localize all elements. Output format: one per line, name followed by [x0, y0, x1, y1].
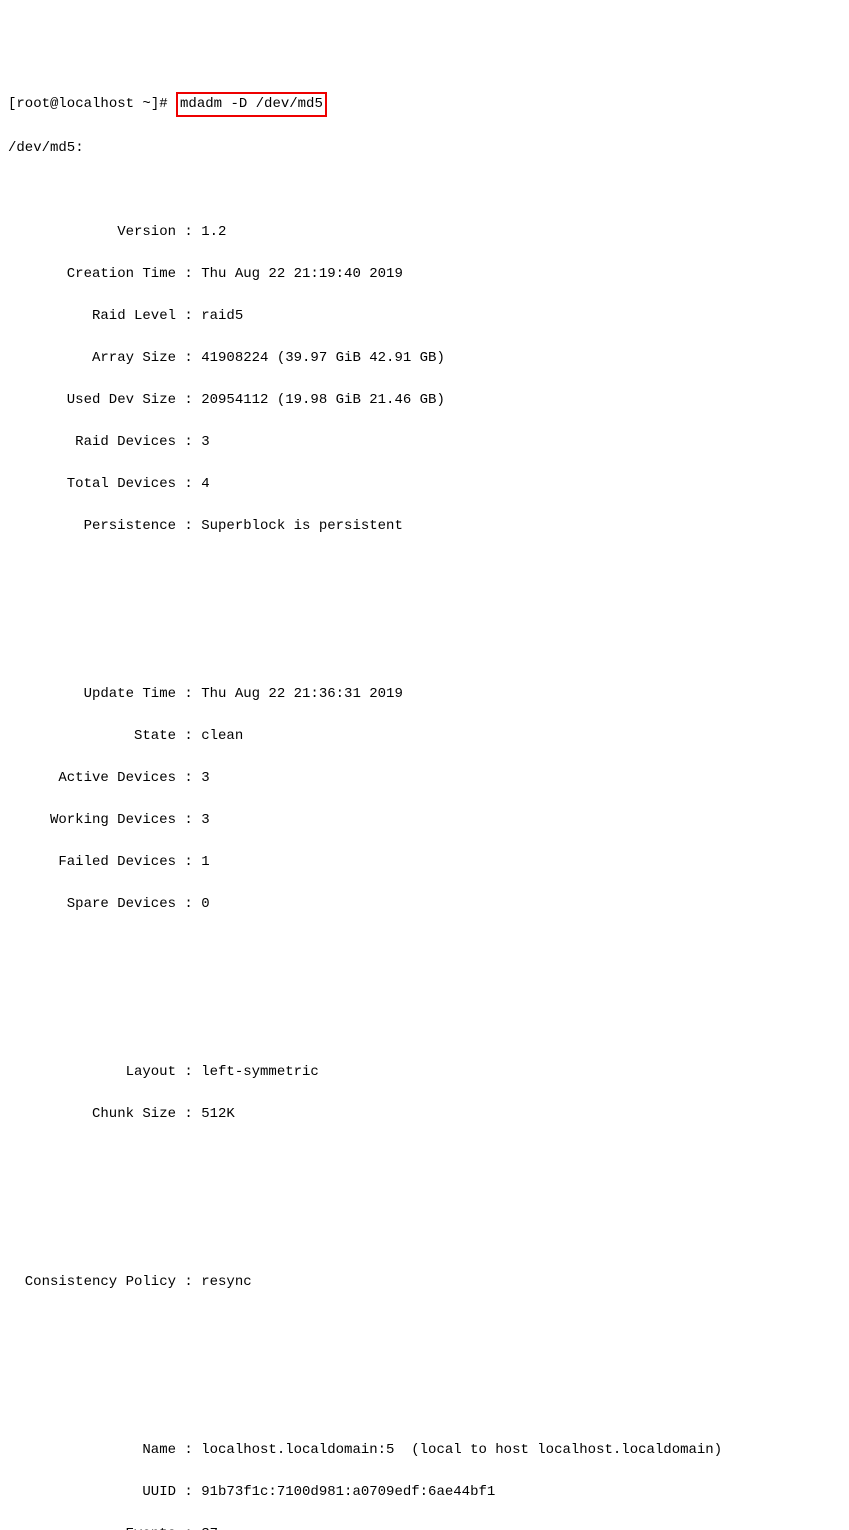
- detail-value: localhost.localdomain:5 (local to host l…: [201, 1442, 722, 1458]
- detail-label: Total Devices: [8, 474, 176, 495]
- detail-value: Thu Aug 22 21:19:40 2019: [201, 266, 403, 282]
- blank-line: [8, 1188, 841, 1209]
- detail-row: Consistency Policy : resync: [8, 1272, 841, 1293]
- detail-value: 4: [201, 476, 209, 492]
- detail-value: 0: [201, 896, 209, 912]
- detail-row: Creation Time : Thu Aug 22 21:19:40 2019: [8, 264, 841, 285]
- device-header: /dev/md5:: [8, 138, 841, 159]
- details-block-3: Layout : left-symmetric Chunk Size : 512…: [8, 1041, 841, 1146]
- detail-label: Raid Level: [8, 306, 176, 327]
- detail-row: Chunk Size : 512K: [8, 1104, 841, 1125]
- details-block-5: Name : localhost.localdomain:5 (local to…: [8, 1419, 841, 1530]
- detail-label: UUID: [8, 1482, 176, 1503]
- detail-row: Array Size : 41908224 (39.97 GiB 42.91 G…: [8, 348, 841, 369]
- detail-label: Raid Devices: [8, 432, 176, 453]
- detail-value: Thu Aug 22 21:36:31 2019: [201, 686, 403, 702]
- detail-row: Active Devices : 3: [8, 768, 841, 789]
- details-block-2: Update Time : Thu Aug 22 21:36:31 2019 S…: [8, 663, 841, 936]
- detail-row: Events : 37: [8, 1524, 841, 1530]
- detail-value: Superblock is persistent: [201, 518, 403, 534]
- detail-row: Raid Devices : 3: [8, 432, 841, 453]
- detail-value: raid5: [201, 308, 243, 324]
- detail-value: 3: [201, 434, 209, 450]
- command-text: mdadm -D /dev/md5: [176, 92, 327, 117]
- details-block-1: Version : 1.2 Creation Time : Thu Aug 22…: [8, 201, 841, 558]
- detail-row: Working Devices : 3: [8, 810, 841, 831]
- detail-value: 37: [201, 1526, 218, 1530]
- detail-value: clean: [201, 728, 243, 744]
- detail-row: Persistence : Superblock is persistent: [8, 516, 841, 537]
- detail-label: Failed Devices: [8, 852, 176, 873]
- detail-label: Chunk Size: [8, 1104, 176, 1125]
- detail-label: Layout: [8, 1062, 176, 1083]
- detail-value: 1: [201, 854, 209, 870]
- detail-value: left-symmetric: [201, 1064, 319, 1080]
- detail-value: 1.2: [201, 224, 226, 240]
- prompt-prefix: [root@localhost ~]#: [8, 96, 176, 112]
- details-block-4: Consistency Policy : resync: [8, 1251, 841, 1314]
- detail-row: Layout : left-symmetric: [8, 1062, 841, 1083]
- detail-row: Failed Devices : 1: [8, 852, 841, 873]
- detail-value: 20954112 (19.98 GiB 21.46 GB): [201, 392, 445, 408]
- detail-label: State: [8, 726, 176, 747]
- detail-row: UUID : 91b73f1c:7100d981:a0709edf:6ae44b…: [8, 1482, 841, 1503]
- detail-label: Working Devices: [8, 810, 176, 831]
- blank-line: [8, 978, 841, 999]
- detail-row: Raid Level : raid5: [8, 306, 841, 327]
- detail-value: resync: [201, 1274, 251, 1290]
- detail-label: Active Devices: [8, 768, 176, 789]
- detail-value: 3: [201, 812, 209, 828]
- blank-line: [8, 1356, 841, 1377]
- detail-label: Update Time: [8, 684, 176, 705]
- blank-line: [8, 600, 841, 621]
- detail-value: 3: [201, 770, 209, 786]
- detail-label: Used Dev Size: [8, 390, 176, 411]
- detail-value: 91b73f1c:7100d981:a0709edf:6ae44bf1: [201, 1484, 495, 1500]
- command-line: [root@localhost ~]# mdadm -D /dev/md5: [8, 92, 841, 117]
- detail-row: Total Devices : 4: [8, 474, 841, 495]
- detail-label: Spare Devices: [8, 894, 176, 915]
- detail-row: Spare Devices : 0: [8, 894, 841, 915]
- detail-row: Update Time : Thu Aug 22 21:36:31 2019: [8, 684, 841, 705]
- detail-label: Events: [8, 1524, 176, 1530]
- detail-row: Name : localhost.localdomain:5 (local to…: [8, 1440, 841, 1461]
- detail-label: Creation Time: [8, 264, 176, 285]
- detail-row: State : clean: [8, 726, 841, 747]
- detail-label: Array Size: [8, 348, 176, 369]
- detail-row: Version : 1.2: [8, 222, 841, 243]
- detail-row: Used Dev Size : 20954112 (19.98 GiB 21.4…: [8, 390, 841, 411]
- detail-label: Persistence: [8, 516, 176, 537]
- detail-value: 41908224 (39.97 GiB 42.91 GB): [201, 350, 445, 366]
- detail-value: 512K: [201, 1106, 235, 1122]
- detail-label: Name: [8, 1440, 176, 1461]
- detail-label: Consistency Policy: [8, 1272, 176, 1293]
- detail-label: Version: [8, 222, 176, 243]
